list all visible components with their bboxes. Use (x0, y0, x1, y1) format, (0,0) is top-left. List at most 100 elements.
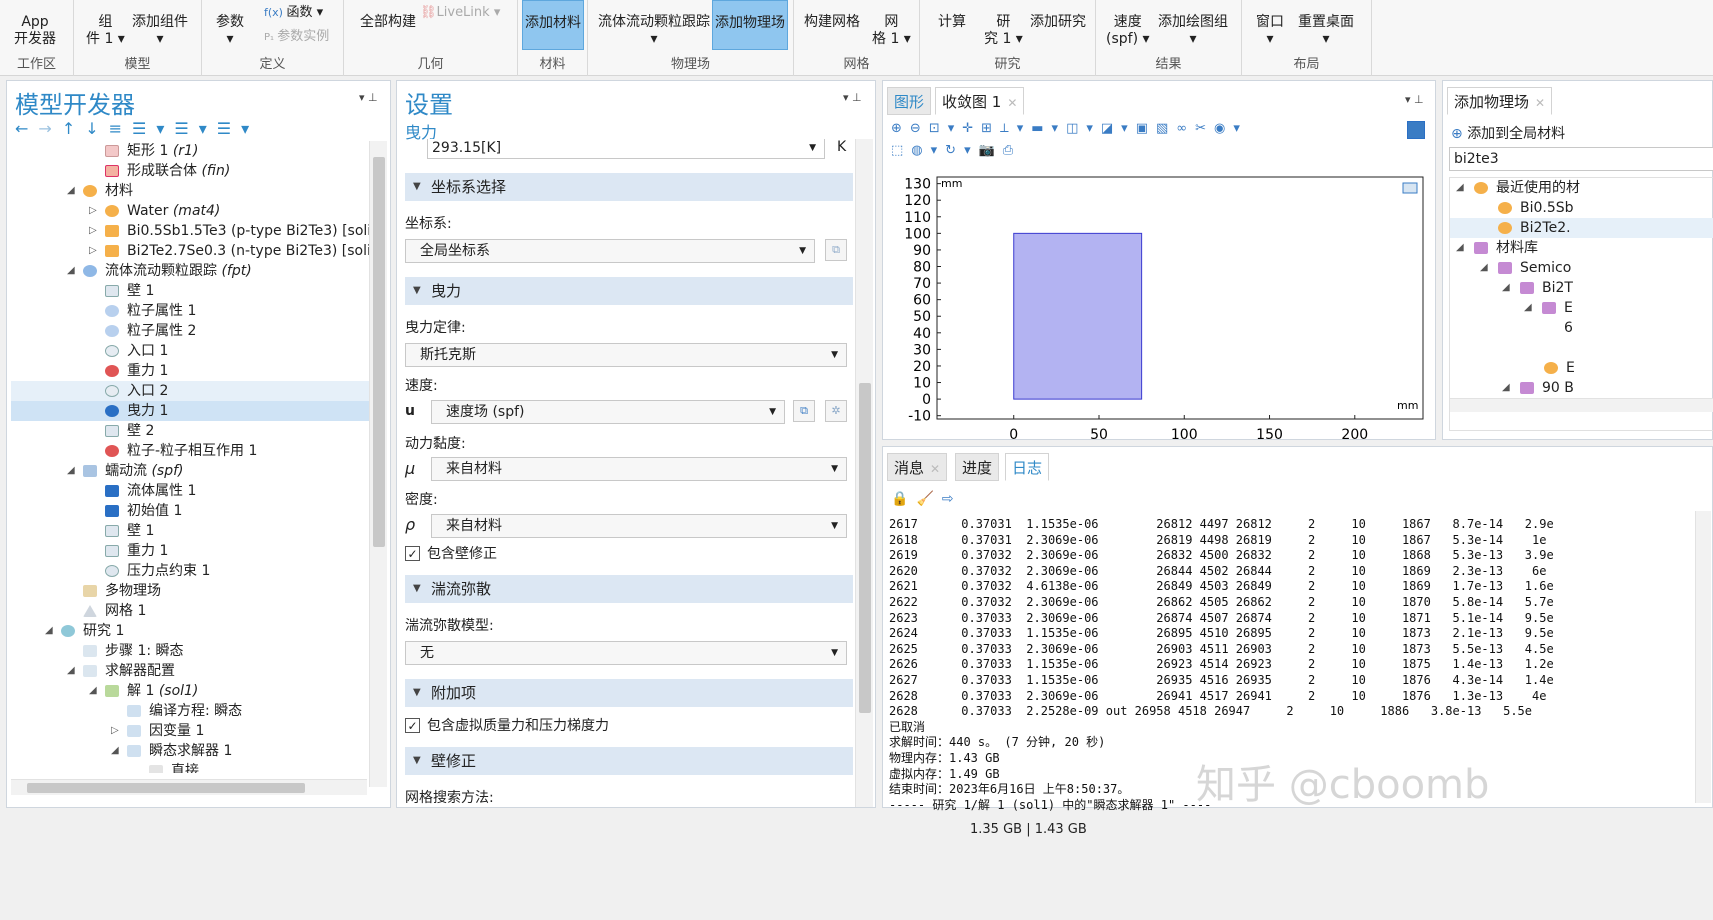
add-study-button[interactable]: 添加研究 (1030, 14, 1086, 31)
tree-item-materials[interactable]: ◢ 材料 (11, 181, 369, 201)
wall-correction-checkbox[interactable]: ✓ 包含壁修正 (405, 545, 497, 563)
tree-item-inlet1[interactable]: 入口 1 (11, 341, 369, 361)
expanded-arrow-icon[interactable]: ◢ (1456, 238, 1464, 258)
tree-item-particle-interaction[interactable]: 粒子-粒子相互作用 1 (11, 441, 369, 461)
back-arrow-icon[interactable]: ← (15, 119, 38, 138)
app-builder-button[interactable]: App 开发器 (14, 14, 56, 48)
material-search-input[interactable]: bi2te3 (1449, 147, 1713, 171)
tree-item-initial-values1[interactable]: 初始值 1 (11, 501, 369, 521)
material-tree-hscrollbar[interactable] (1450, 398, 1713, 412)
expanded-arrow-icon[interactable]: ◢ (67, 261, 75, 281)
tree-item-bi05sb15te3[interactable]: ▷ Bi0.5Sb1.5Te3 (p-type Bi2Te3) [solic (11, 221, 369, 241)
add-to-global-materials-button[interactable]: ⊕ 添加到全局材料 (1451, 123, 1565, 143)
mat-tree-bi2t[interactable]: ◢ Bi2T (1450, 278, 1713, 298)
close-icon[interactable]: ✕ (1535, 96, 1545, 110)
expanded-arrow-icon[interactable]: ◢ (111, 741, 119, 761)
show-more-icon[interactable]: ☰▾ (132, 119, 174, 138)
settings-scrollbar-thumb[interactable] (859, 383, 871, 713)
settings-scrollbar[interactable] (855, 139, 873, 807)
tree-item-spf-wall1[interactable]: 壁 1 (11, 521, 369, 541)
tree-item-gravity1[interactable]: 重力 1 (11, 361, 369, 381)
tree-item-bi2te27se03[interactable]: ▷ Bi2Te2.7Se0.3 (n-type Bi2Te3) [solic (11, 241, 369, 261)
add-plot-group-button[interactable]: 添加绘图组 ▾ (1158, 14, 1228, 48)
section-additional-terms[interactable]: 附加项 (405, 679, 853, 707)
link-icon[interactable]: ∞ (1176, 121, 1195, 136)
temperature-field[interactable]: 293.15[K] (427, 139, 825, 159)
move-down-icon[interactable]: ↓ (85, 119, 108, 138)
mat-tree-e1[interactable]: ◢ E (1450, 298, 1713, 318)
tree-item-direct[interactable]: 直接 (11, 761, 369, 773)
mat-tree-90b[interactable]: ◢ 90 B (1450, 378, 1713, 398)
density-select[interactable]: 来自材料 (431, 514, 847, 538)
tree-item-fluid-props1[interactable]: 流体属性 1 (11, 481, 369, 501)
checkmark-icon[interactable]: ✓ (405, 718, 420, 733)
panel-menu-icon[interactable]: ▾ ⊥ (359, 91, 378, 104)
checkmark-icon[interactable]: ✓ (405, 546, 420, 561)
collapse-icon[interactable]: ≡ (109, 119, 132, 138)
view-cube-icon[interactable] (1402, 182, 1418, 194)
tab-add-physics[interactable]: 添加物理场 ✕ (1447, 87, 1553, 115)
tree-item-solver-configs[interactable]: ◢ 求解器配置 (11, 661, 369, 681)
expanded-arrow-icon[interactable]: ◢ (1502, 278, 1510, 298)
close-icon[interactable]: ✕ (1007, 96, 1017, 110)
tree-item-rect1[interactable]: 矩形 1 (r1) (11, 141, 369, 161)
expanded-arrow-icon[interactable]: ◢ (1502, 378, 1510, 398)
go-to-source-icon[interactable]: ⧉ (793, 400, 815, 422)
tree-item-solution1[interactable]: ◢ 解 1 (sol1) (11, 681, 369, 701)
tree-item-step1[interactable]: 步骤 1: 瞬态 (11, 641, 369, 661)
select-box-icon[interactable]: ▣ (1136, 121, 1156, 136)
tree-hscrollbar-thumb[interactable] (27, 783, 305, 793)
panel-menu-icon[interactable]: ▾ ⊥ (843, 91, 862, 104)
zoom-selected-icon[interactable]: ⊞ (981, 121, 1000, 136)
clear-icon[interactable]: 🧹 (916, 491, 941, 507)
highlight-icon[interactable]: ⬚ (891, 143, 911, 158)
scene-light-icon[interactable]: ◫▾ (1066, 121, 1101, 136)
refresh-icon[interactable]: ↻▾ (945, 143, 978, 158)
tab-graphics[interactable]: 图形 (887, 87, 932, 115)
tree-item-particle-props1[interactable]: 粒子属性 1 (11, 301, 369, 321)
transparency-icon[interactable]: ◍▾ (911, 143, 945, 158)
virtual-mass-checkbox[interactable]: ✓ 包含虚拟质量力和压力梯度力 (405, 717, 609, 735)
expand-icon[interactable]: ☰▾ (174, 119, 216, 138)
zoom-out-icon[interactable]: ⊖ (910, 121, 929, 136)
tree-item-fpt[interactable]: ◢ 流体流动颗粒跟踪 (fpt) (11, 261, 369, 281)
tree-item-multiphysics[interactable]: 多物理场 (11, 581, 369, 601)
export-icon[interactable]: ⇨ (942, 491, 962, 507)
tree-item-dependent-vars[interactable]: ▷ 因变量 1 (11, 721, 369, 741)
mesh-button[interactable]: 网 格 1 ▾ (872, 14, 911, 48)
section-drag-force[interactable]: 曳力 (405, 277, 853, 305)
print-icon[interactable]: ⎙ (1003, 143, 1021, 158)
viscosity-select[interactable]: 来自材料 (431, 457, 847, 481)
section-wall-correction[interactable]: 壁修正 (405, 747, 853, 775)
deselect-icon[interactable]: ▧ (1156, 121, 1176, 136)
window-button[interactable]: 窗口 ▾ (1256, 14, 1284, 48)
turb-model-select[interactable]: 无 (405, 641, 847, 665)
functions-button[interactable]: f(x) 函数 ▾ (264, 4, 323, 21)
close-icon[interactable]: ✕ (930, 462, 940, 476)
axis-orientation-icon[interactable]: ⟂▾ (1000, 121, 1031, 136)
expanded-arrow-icon[interactable]: ◢ (67, 661, 75, 681)
tree-scrollbar[interactable] (369, 141, 387, 787)
velocity-select[interactable]: 速度场 (spf) (431, 400, 785, 424)
expanded-arrow-icon[interactable]: ◢ (67, 181, 75, 201)
zoom-extents-icon[interactable]: ✛ (962, 121, 981, 136)
mat-tree-library[interactable]: ◢ 材料库 (1450, 238, 1713, 258)
section-turbulent-dispersion[interactable]: 湍流弥散 (405, 575, 853, 603)
expanded-arrow-icon[interactable]: ◢ (1456, 178, 1464, 198)
tree-item-spf-gravity1[interactable]: 重力 1 (11, 541, 369, 561)
component-button[interactable]: 组 件 1 ▾ (86, 14, 125, 48)
tab-log[interactable]: 日志 (1005, 453, 1050, 481)
tree-item-wall1[interactable]: 壁 1 (11, 281, 369, 301)
tree-item-water[interactable]: ▷ Water (mat4) (11, 201, 369, 221)
tab-convergence-plot[interactable]: 收敛图 1 ✕ (935, 87, 1025, 115)
expanded-arrow-icon[interactable]: ◢ (45, 621, 53, 641)
mat-tree-bi05[interactable]: Bi0.5Sb (1450, 198, 1713, 218)
zoom-box-icon[interactable]: ⊡▾ (929, 121, 962, 136)
fpt-button[interactable]: 流体流动颗粒跟踪 ▾ (598, 14, 710, 48)
coord-system-select[interactable]: 全局坐标系 (405, 239, 815, 263)
tree-hscrollbar[interactable] (11, 779, 367, 795)
lock-icon[interactable]: 🔒 (891, 491, 916, 507)
tree-item-compile-equations[interactable]: 编译方程: 瞬态 (11, 701, 369, 721)
tree-item-spf[interactable]: ◢ 蠕动流 (spf) (11, 461, 369, 481)
livelink-button[interactable]: ⛓LiveLink ▾ (420, 4, 500, 21)
